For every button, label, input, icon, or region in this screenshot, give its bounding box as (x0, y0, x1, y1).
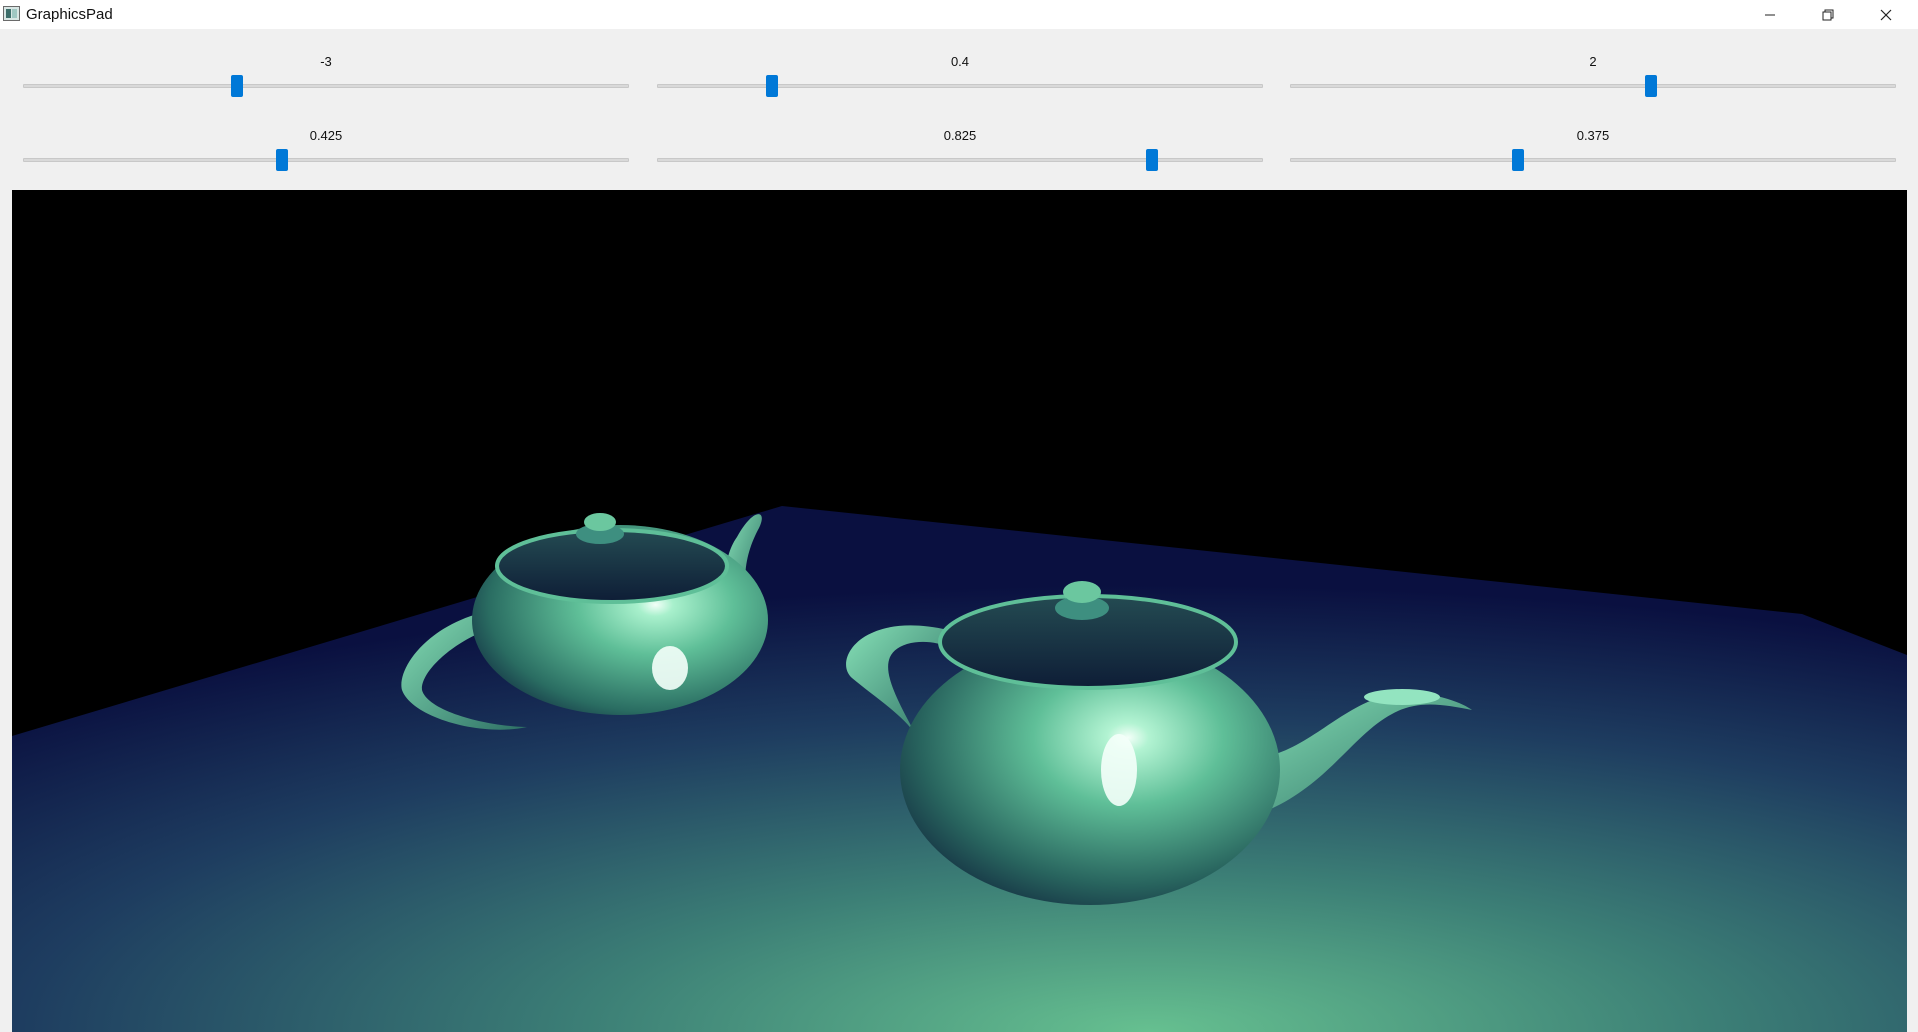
minimize-button[interactable] (1741, 0, 1799, 29)
title-bar[interactable]: GraphicsPad (0, 0, 1918, 29)
slider-track[interactable] (657, 84, 1263, 88)
slider-row1-col3[interactable]: 2 (1290, 54, 1896, 114)
slider-track[interactable] (657, 158, 1263, 162)
close-icon (1880, 9, 1892, 20)
slider-thumb[interactable] (1645, 75, 1658, 97)
slider-value-label: 0.375 (1576, 128, 1610, 143)
slider-value-label: 0.425 (309, 128, 343, 143)
slider-thumb[interactable] (230, 75, 243, 97)
slider-thumb[interactable] (275, 149, 288, 171)
slider-value-label: 0.825 (943, 128, 977, 143)
restore-icon (1822, 9, 1834, 20)
slider-row2-col2[interactable]: 0.825 (657, 128, 1263, 188)
slider-track[interactable] (23, 158, 629, 162)
slider-track[interactable] (1290, 158, 1896, 162)
slider-value-label: 0.4 (950, 54, 970, 69)
window-title: GraphicsPad (26, 6, 113, 23)
gl-viewport[interactable] (12, 190, 1907, 1032)
restore-button[interactable] (1799, 0, 1857, 29)
slider-track[interactable] (1290, 84, 1896, 88)
slider-thumb[interactable] (1146, 149, 1159, 171)
slider-thumb[interactable] (1512, 149, 1525, 171)
app-icon (3, 6, 20, 21)
slider-value-label: -3 (320, 54, 332, 69)
minimize-icon (1765, 14, 1775, 15)
slider-track[interactable] (23, 84, 629, 88)
slider-value-label: 2 (1589, 54, 1597, 69)
slider-thumb[interactable] (766, 75, 779, 97)
slider-row1-col1[interactable]: -3 (23, 54, 629, 114)
app-window: GraphicsPad -3 0.4 2 0.425 0.825 0.375 (0, 0, 1918, 1032)
slider-row2-col1[interactable]: 0.425 (23, 128, 629, 188)
close-button[interactable] (1857, 0, 1915, 29)
slider-row1-col2[interactable]: 0.4 (657, 54, 1263, 114)
scene-canvas (12, 506, 1907, 1032)
slider-row2-col3[interactable]: 0.375 (1290, 128, 1896, 188)
